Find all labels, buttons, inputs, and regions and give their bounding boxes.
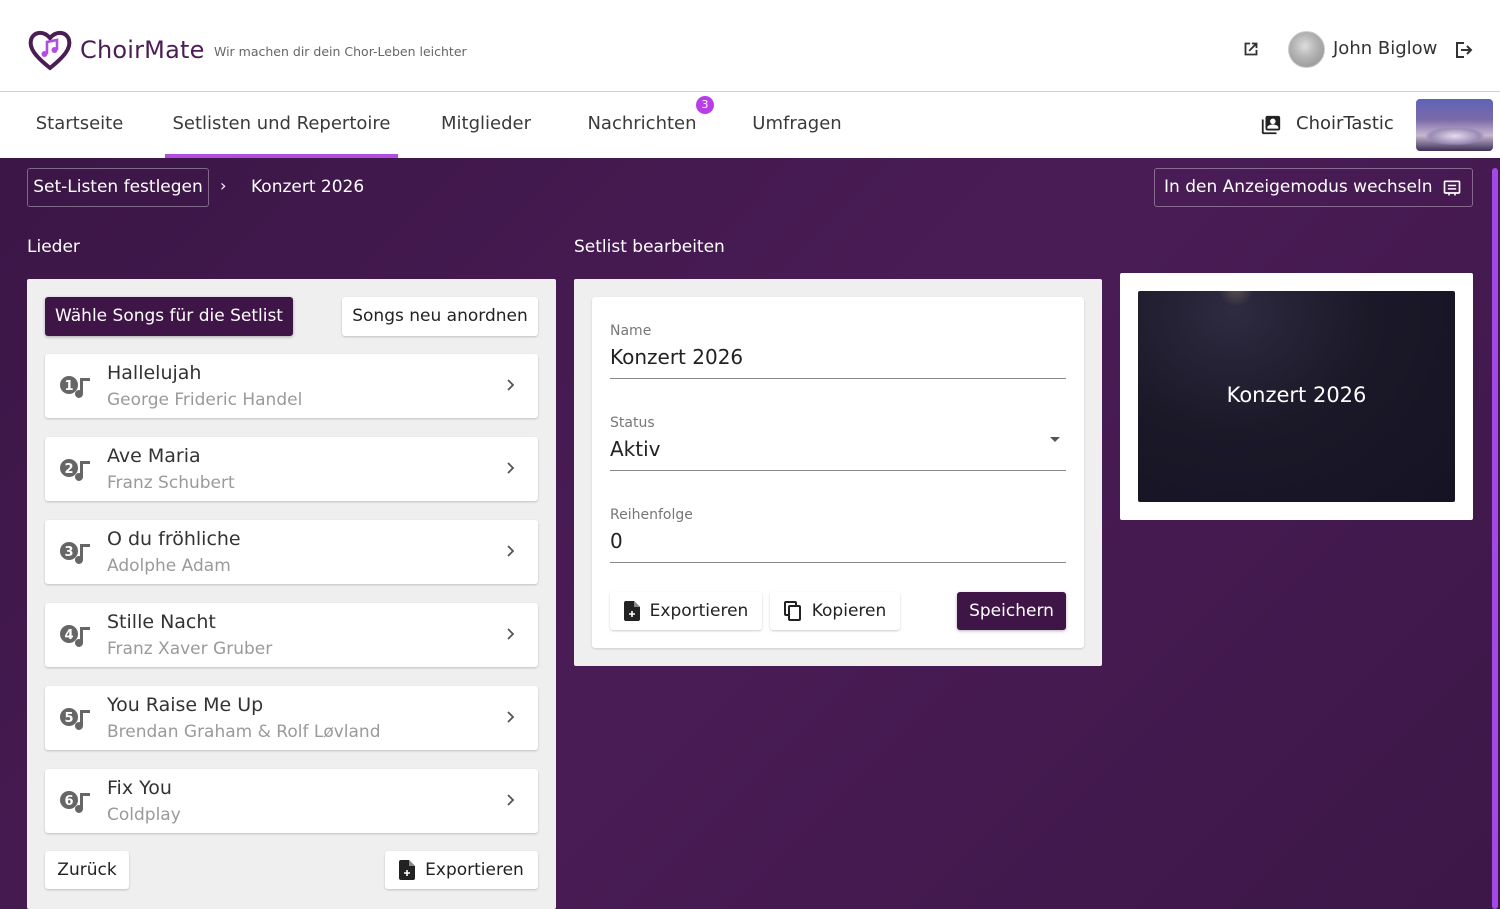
reorder-songs-button[interactable]: Songs neu anordnen xyxy=(342,297,538,336)
export-songs-button[interactable]: Exportieren xyxy=(385,851,538,889)
song-item[interactable]: 6 Fix You Coldplay xyxy=(45,769,538,833)
chevron-right-icon xyxy=(507,545,515,557)
breadcrumb-current: Konzert 2026 xyxy=(251,177,365,197)
numbered-music-note-icon: 4 xyxy=(60,625,90,647)
view-mode-label: In den Anzeigemodus wechseln xyxy=(1164,177,1433,197)
song-number: 6 xyxy=(64,794,73,809)
song-title: Hallelujah xyxy=(107,362,202,384)
chevron-right-icon xyxy=(507,628,515,640)
choir-thumbnail[interactable] xyxy=(1416,99,1493,151)
songs-panel: Wähle Songs für die Setlist Songs neu an… xyxy=(27,279,556,909)
status-underline xyxy=(610,470,1066,471)
back-button[interactable]: Zurück xyxy=(45,851,129,889)
song-title: O du fröhliche xyxy=(107,528,241,550)
presentation-icon xyxy=(1443,180,1461,196)
export-songs-label: Exportieren xyxy=(425,860,524,880)
chevron-right-icon xyxy=(507,379,515,391)
song-title: Fix You xyxy=(107,777,172,799)
song-item[interactable]: 5 You Raise Me Up Brendan Graham & Rolf … xyxy=(45,686,538,750)
status-select[interactable]: Aktiv xyxy=(610,437,661,461)
order-label: Reihenfolge xyxy=(610,507,693,523)
export-file-icon xyxy=(399,860,416,880)
song-title: Stille Nacht xyxy=(107,611,216,633)
save-button[interactable]: Speichern xyxy=(957,592,1066,630)
tab-nachrichten[interactable]: Nachrichten xyxy=(580,93,704,158)
order-field[interactable]: 0 xyxy=(610,529,623,553)
logout-icon[interactable] xyxy=(1452,38,1476,62)
order-underline xyxy=(610,562,1066,563)
chevron-right-icon xyxy=(507,711,515,723)
song-artist: Franz Xaver Gruber xyxy=(107,639,273,659)
tab-setlisten[interactable]: Setlisten und Repertoire xyxy=(165,93,398,158)
name-field[interactable]: Konzert 2026 xyxy=(610,345,743,369)
numbered-music-note-icon: 5 xyxy=(60,708,90,730)
tab-startseite[interactable]: Startseite xyxy=(22,93,137,158)
choir-name[interactable]: ChoirTastic xyxy=(1296,113,1394,134)
song-number: 4 xyxy=(64,628,73,643)
user-name[interactable]: John Biglow xyxy=(1333,38,1437,59)
song-item[interactable]: 3 O du fröhliche Adolphe Adam xyxy=(45,520,538,584)
edit-form: Name Konzert 2026 Status Aktiv Reihenfol… xyxy=(592,297,1084,648)
song-number: 1 xyxy=(64,379,73,394)
copy-setlist-button[interactable]: Kopieren xyxy=(770,592,900,630)
song-artist: Franz Schubert xyxy=(107,473,235,493)
setlist-preview: Konzert 2026 xyxy=(1120,273,1473,520)
name-label: Name xyxy=(610,323,652,339)
choirmate-logo-icon[interactable] xyxy=(27,28,73,72)
copy-icon xyxy=(783,601,801,621)
tab-mitglieder[interactable]: Mitglieder xyxy=(430,93,542,158)
view-mode-button[interactable]: In den Anzeigemodus wechseln xyxy=(1154,168,1473,207)
song-artist: Coldplay xyxy=(107,805,181,825)
unread-messages-badge: 3 xyxy=(696,96,714,114)
tab-umfragen[interactable]: Umfragen xyxy=(740,93,854,158)
name-underline xyxy=(610,378,1066,379)
numbered-music-note-icon: 2 xyxy=(60,459,90,481)
app-header: ChoirMate Wir machen dir dein Chor-Leben… xyxy=(0,0,1500,92)
song-title: Ave Maria xyxy=(107,445,201,467)
export-setlist-button[interactable]: Exportieren xyxy=(610,592,762,630)
song-artist: Brendan Graham & Rolf Løvland xyxy=(107,722,381,742)
breadcrumb-parent-button[interactable]: Set-Listen festlegen xyxy=(27,168,209,207)
status-label: Status xyxy=(610,415,655,431)
breadcrumb-chevron-icon: › xyxy=(220,176,227,195)
copy-setlist-label: Kopieren xyxy=(811,601,887,621)
numbered-music-note-icon: 6 xyxy=(60,791,90,813)
preview-image[interactable]: Konzert 2026 xyxy=(1138,291,1455,502)
song-artist: George Frideric Handel xyxy=(107,390,303,410)
song-artist: Adolphe Adam xyxy=(107,556,231,576)
main-nav: Startseite Setlisten und Repertoire Mitg… xyxy=(0,93,1500,158)
chevron-right-icon xyxy=(507,462,515,474)
song-number: 5 xyxy=(64,711,73,726)
edit-panel: Name Konzert 2026 Status Aktiv Reihenfol… xyxy=(574,279,1102,666)
song-title: You Raise Me Up xyxy=(107,694,264,716)
brand-name[interactable]: ChoirMate xyxy=(80,36,205,64)
edit-section-title: Setlist bearbeiten xyxy=(574,237,725,257)
song-item[interactable]: 4 Stille Nacht Franz Xaver Gruber xyxy=(45,603,538,667)
export-setlist-label: Exportieren xyxy=(649,601,749,621)
chevron-right-icon xyxy=(507,794,515,806)
export-file-icon xyxy=(623,601,640,621)
tagline: Wir machen dir dein Chor-Leben leichter xyxy=(214,44,467,59)
numbered-music-note-icon: 1 xyxy=(60,376,90,398)
song-number: 3 xyxy=(64,545,73,560)
avatar[interactable] xyxy=(1288,31,1325,68)
song-item[interactable]: 1 Hallelujah George Frideric Handel xyxy=(45,354,538,418)
open-external-icon[interactable] xyxy=(1240,38,1262,60)
song-number: 2 xyxy=(64,462,73,477)
choir-library-icon[interactable] xyxy=(1260,114,1282,136)
preview-title: Konzert 2026 xyxy=(1226,383,1367,407)
song-item[interactable]: 2 Ave Maria Franz Schubert xyxy=(45,437,538,501)
scrollbar[interactable] xyxy=(1492,168,1498,909)
select-songs-button[interactable]: Wähle Songs für die Setlist xyxy=(45,297,293,336)
songs-section-title: Lieder xyxy=(27,237,80,257)
chevron-down-icon[interactable] xyxy=(1050,437,1060,442)
numbered-music-note-icon: 3 xyxy=(60,542,90,564)
